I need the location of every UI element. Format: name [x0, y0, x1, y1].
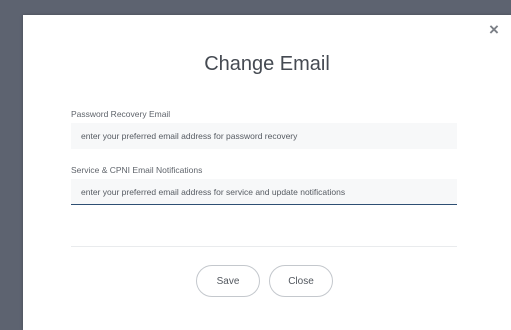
notification-email-input[interactable] — [71, 179, 457, 205]
change-email-dialog: × Change Email Password Recovery Email S… — [23, 15, 511, 330]
recovery-email-label: Password Recovery Email — [71, 109, 171, 119]
notification-email-label: Service & CPNI Email Notifications — [71, 165, 203, 175]
dialog-title: Change Email — [204, 53, 330, 75]
save-button[interactable]: Save — [196, 265, 260, 297]
close-icon[interactable]: × — [487, 21, 501, 38]
divider — [71, 246, 457, 247]
recovery-email-input[interactable] — [71, 123, 457, 149]
close-button[interactable]: Close — [269, 265, 333, 297]
